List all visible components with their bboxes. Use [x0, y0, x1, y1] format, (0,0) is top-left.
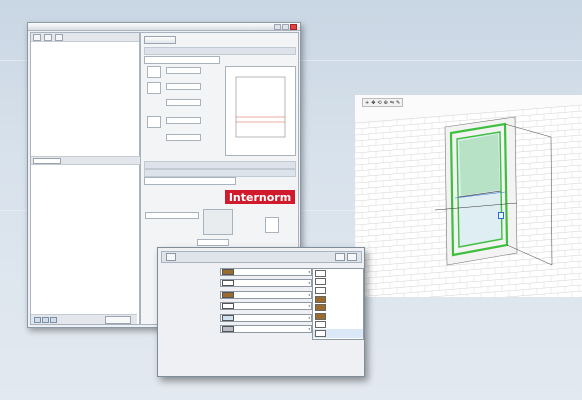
- material-swatch: [315, 304, 326, 312]
- material-select[interactable]: ▾: [220, 279, 312, 287]
- zoom-icon[interactable]: ⊕: [384, 100, 388, 106]
- maximize-button[interactable]: [282, 23, 289, 30]
- add-icon[interactable]: +: [365, 100, 369, 106]
- material-select[interactable]: ▾: [220, 325, 312, 333]
- material-select[interactable]: ▾: [220, 313, 312, 322]
- lib-tool-icon[interactable]: [50, 317, 57, 323]
- width-field[interactable]: [166, 67, 201, 74]
- material-header: [161, 251, 362, 263]
- material-option[interactable]: [313, 312, 363, 321]
- rotate-icon[interactable]: ⟲: [377, 100, 381, 106]
- library-toolbar: [31, 33, 139, 42]
- minimize-button[interactable]: [274, 23, 281, 30]
- material-row: ▾: [170, 279, 312, 287]
- 3d-window-view: + ✥ ⟲ ⊕ ⇋ ✎: [355, 95, 582, 297]
- material-swatch: [315, 286, 326, 294]
- material-select[interactable]: ▾: [220, 267, 312, 276]
- path-select[interactable]: [33, 157, 61, 164]
- prev-button[interactable]: [335, 253, 345, 261]
- object-name-field[interactable]: [144, 56, 220, 64]
- material-select[interactable]: ▾: [220, 302, 312, 310]
- 3d-toolbar: + ✥ ⟲ ⊕ ⇋ ✎: [362, 98, 404, 107]
- chevron-down-icon: ▾: [308, 327, 310, 331]
- material-option[interactable]: [313, 269, 363, 278]
- pen-icon[interactable]: ✎: [396, 100, 400, 106]
- library-footer-button[interactable]: [105, 316, 131, 324]
- material-swatch: [222, 303, 234, 309]
- material-swatch: [222, 280, 234, 286]
- material-swatch: [222, 291, 234, 298]
- section-header-params[interactable]: [144, 161, 296, 169]
- height-field[interactable]: [166, 83, 201, 90]
- chevron-down-icon: ▾: [308, 315, 310, 320]
- material-swatch: [315, 295, 326, 303]
- material-option[interactable]: [313, 329, 363, 338]
- material-swatch: [222, 268, 234, 275]
- param-field[interactable]: [197, 239, 229, 246]
- section-header-preview[interactable]: [144, 47, 296, 55]
- material-swatch: [315, 269, 326, 277]
- material-swatch: [315, 278, 326, 286]
- material-row: ▾: [170, 325, 312, 333]
- material-row: ▾: [170, 267, 312, 276]
- window-preview: [225, 66, 296, 156]
- material-option[interactable]: [313, 286, 363, 295]
- panel-top-button[interactable]: [144, 36, 176, 44]
- offset-field[interactable]: [166, 117, 201, 124]
- sill-field[interactable]: [166, 99, 201, 106]
- dimension-icon: [147, 116, 161, 128]
- dimension-icon: [147, 66, 161, 78]
- mirror-icon[interactable]: ⇋: [390, 100, 394, 106]
- material-dialog: ▾ ▾ ▾ ▾ ▾ ▾: [157, 247, 365, 377]
- material-swatch: [315, 329, 326, 337]
- material-option[interactable]: [313, 321, 363, 330]
- close-button[interactable]: [290, 23, 297, 30]
- lib-tool-icon[interactable]: [42, 317, 49, 323]
- material-row: ▾: [170, 290, 312, 299]
- chevron-down-icon: ▾: [308, 281, 310, 285]
- window-controls: [274, 23, 297, 30]
- material-swatch: [315, 321, 326, 329]
- product-select[interactable]: [144, 177, 236, 185]
- profile-preview: [203, 209, 233, 235]
- material-select[interactable]: ▾: [220, 290, 312, 299]
- profile-select[interactable]: [145, 212, 199, 219]
- view-icon[interactable]: [44, 33, 52, 41]
- opening-type-icon[interactable]: [265, 217, 279, 233]
- move-icon[interactable]: ✥: [371, 100, 375, 106]
- chevron-down-icon: ▾: [308, 304, 310, 308]
- dialog-titlebar: [28, 23, 300, 31]
- material-swatch: [222, 326, 234, 332]
- next-button[interactable]: [347, 253, 357, 261]
- chevron-down-icon: ▾: [308, 269, 310, 274]
- chevron-down-icon: ▾: [308, 292, 310, 297]
- material-option[interactable]: [313, 303, 363, 312]
- section-icon: [166, 253, 176, 261]
- material-row: ▾: [170, 313, 312, 322]
- reveal-field[interactable]: [166, 134, 201, 141]
- library-path-bar: [31, 156, 141, 165]
- dimension-icon: [147, 82, 161, 94]
- library-footer: [31, 314, 137, 324]
- dimension-tooltip: [498, 212, 504, 219]
- brand-logo: Internorm: [228, 190, 292, 204]
- section-header-internorm[interactable]: [144, 169, 296, 177]
- material-option[interactable]: [313, 278, 363, 287]
- lib-tool-icon[interactable]: [34, 317, 41, 323]
- material-swatch: [315, 312, 326, 320]
- material-option[interactable]: [313, 295, 363, 304]
- library-browser: [30, 32, 141, 325]
- material-row: ▾: [170, 302, 312, 310]
- folder-icon[interactable]: [33, 33, 41, 41]
- material-options-list[interactable]: [312, 268, 364, 340]
- material-swatch: [222, 314, 234, 321]
- search-icon[interactable]: [55, 33, 63, 41]
